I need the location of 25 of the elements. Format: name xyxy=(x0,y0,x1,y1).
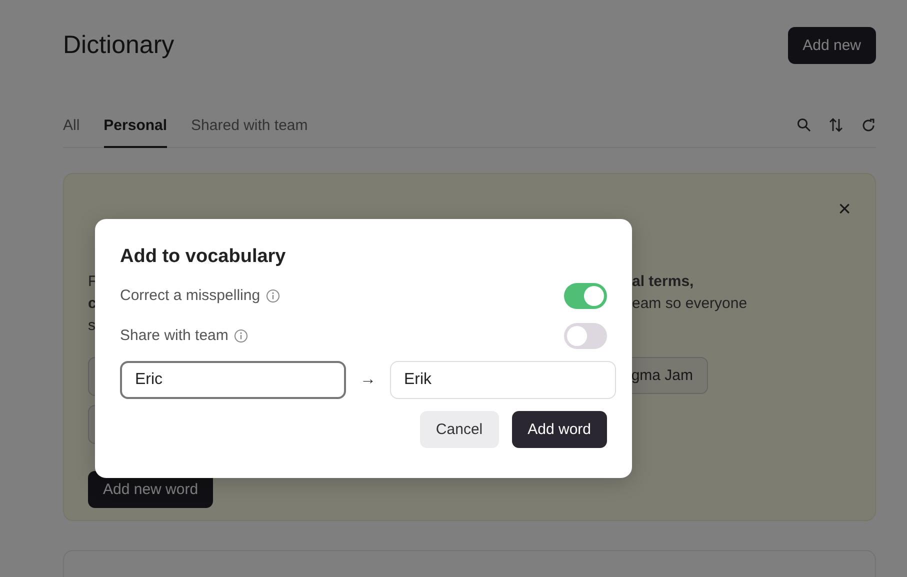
input-field[interactable]: Eric xyxy=(120,361,346,399)
info-icon[interactable] xyxy=(234,328,248,342)
toggle-label: Correct a misspelling xyxy=(120,287,260,304)
input-field[interactable]: Erik xyxy=(390,361,616,399)
tab[interactable]: Shared with team xyxy=(191,109,308,148)
info-icon[interactable] xyxy=(266,288,280,302)
sort-icon[interactable] xyxy=(829,117,843,133)
page-title: Dictionary xyxy=(63,31,174,60)
close-button[interactable]: × xyxy=(838,196,851,222)
search-icon[interactable] xyxy=(797,118,811,132)
banner-text: eam so everyone xyxy=(632,294,748,314)
refresh-icon[interactable] xyxy=(861,118,876,132)
dialog-title: Add to vocabulary xyxy=(120,246,287,268)
add-new-button[interactable]: Add new xyxy=(788,27,876,64)
banner-text: c xyxy=(88,294,96,314)
tab[interactable]: All xyxy=(63,109,80,148)
toggle-label: Share with team xyxy=(120,327,228,344)
banner-text: s xyxy=(88,316,96,336)
tab[interactable]: Personal xyxy=(104,109,168,148)
add-word-button[interactable]: Add word xyxy=(512,411,607,448)
banner-text: al terms, xyxy=(632,272,694,292)
toggle-switch[interactable] xyxy=(564,282,607,308)
arrow-icon: → xyxy=(360,371,376,389)
toggle-switch[interactable] xyxy=(564,322,607,348)
cancel-button[interactable]: Cancel xyxy=(420,411,499,448)
